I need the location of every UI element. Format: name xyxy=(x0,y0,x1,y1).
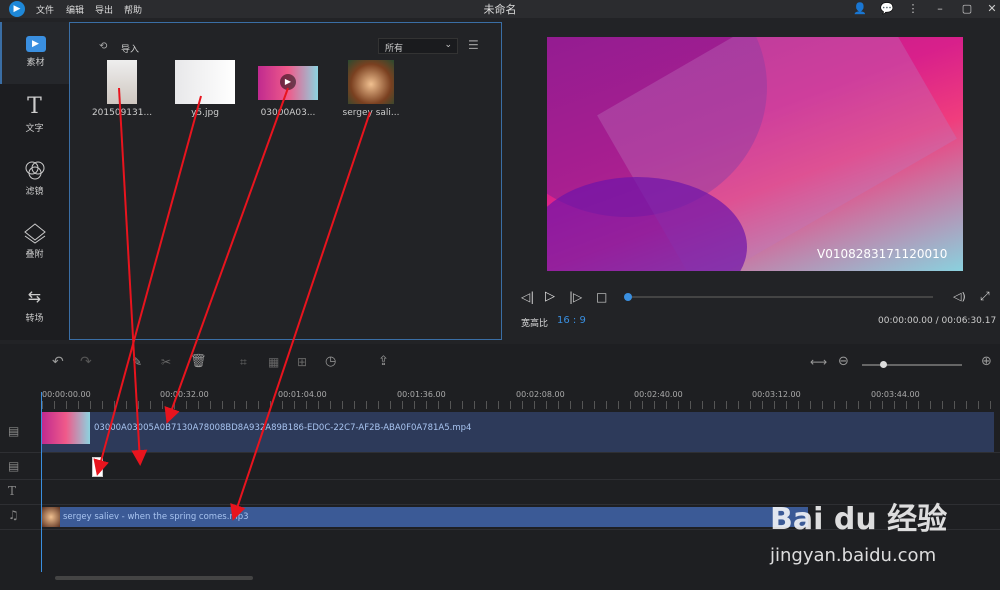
baidu-url: jingyan.baidu.com xyxy=(770,545,937,566)
baidu-logo: Bai du 经验 xyxy=(770,502,948,537)
arrow xyxy=(230,111,371,521)
arrow xyxy=(164,87,289,424)
arrow xyxy=(118,87,148,466)
arrow xyxy=(93,95,202,476)
